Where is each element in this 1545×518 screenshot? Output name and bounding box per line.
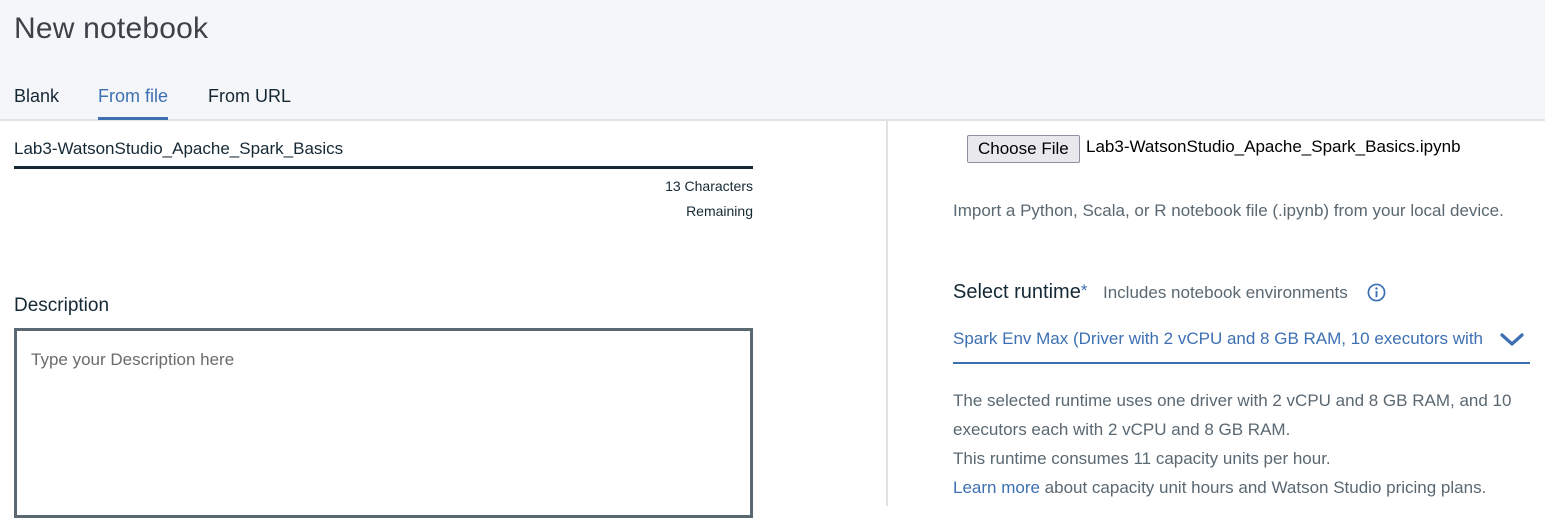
page-header: New notebook Blank From file From URL [0,0,1545,121]
import-hint-text: Import a Python, Scala, or R notebook fi… [953,201,1504,220]
selected-file-name: Lab3-WatsonStudio_Apache_Spark_Basics.ip… [1086,137,1461,156]
runtime-select-dropdown[interactable]: Spark Env Max (Driver with 2 vCPU and 8 … [953,322,1530,364]
description-textarea[interactable] [14,328,753,518]
tab-from-url[interactable]: From URL [208,86,291,117]
character-counter: 13 Characters Remaining [665,174,753,224]
required-mark: * [1080,281,1088,300]
runtime-selected-value: Spark Env Max (Driver with 2 vCPU and 8 … [953,329,1484,348]
info-icon[interactable] [1367,283,1386,302]
runtime-description-line: The selected runtime uses one driver wit… [953,391,1512,439]
runtime-capacity-line: This runtime consumes 11 capacity units … [953,449,1331,468]
runtime-label: Select runtime* [953,281,1087,304]
choose-file-button[interactable]: Choose File [967,135,1080,163]
page-title: New notebook [14,12,209,45]
learn-more-line: Learn more about capacity unit hours and… [953,473,1533,502]
column-divider [886,121,888,506]
chevron-down-icon [1500,333,1524,346]
runtime-sublabel: Includes notebook environments [1103,283,1348,302]
tab-blank[interactable]: Blank [14,86,59,117]
description-label: Description [14,295,110,316]
runtime-description: The selected runtime uses one driver wit… [953,386,1533,502]
runtime-label-text: Select runtime [953,281,1081,303]
notebook-name-input[interactable] [14,132,753,169]
character-count-text: 13 Characters [665,178,753,194]
tab-from-file[interactable]: From file [98,86,168,120]
character-remaining-text: Remaining [686,203,753,219]
learn-more-link[interactable]: Learn more [953,478,1040,497]
learn-more-rest-text: about capacity unit hours and Watson Stu… [1039,478,1487,497]
